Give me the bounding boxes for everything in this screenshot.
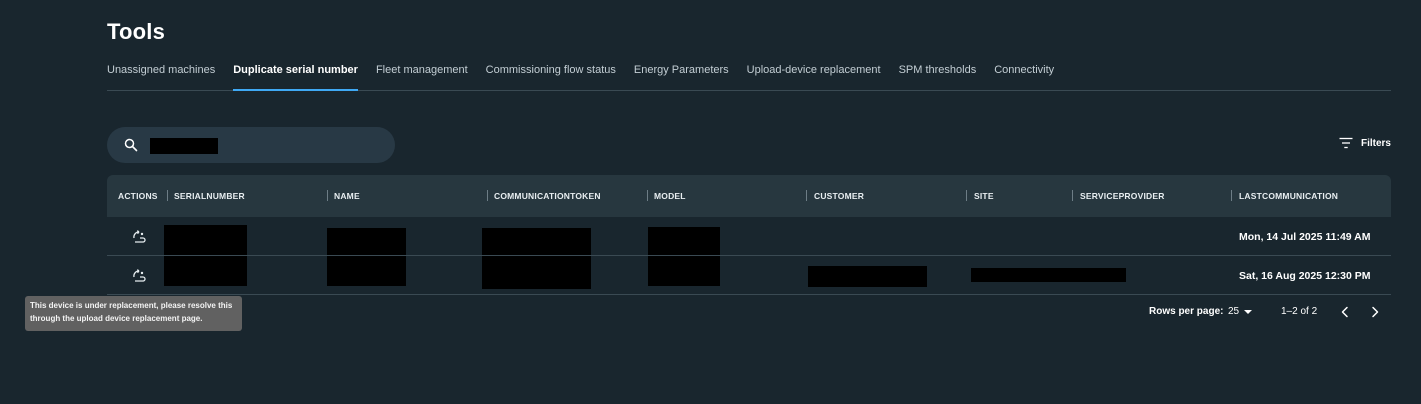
table-row[interactable]: Sat, 16 Aug 2025 12:30 PM bbox=[107, 256, 1391, 295]
redacted-model bbox=[648, 256, 720, 286]
device-replacement-icon[interactable] bbox=[131, 229, 147, 245]
tab-commissioning-flow-status[interactable]: Commissioning flow status bbox=[486, 58, 616, 90]
column-header-lastcommunication[interactable]: LASTCOMMUNICATION bbox=[1239, 175, 1338, 217]
column-separator[interactable] bbox=[487, 190, 488, 201]
caret-down-icon bbox=[1244, 310, 1253, 314]
redacted-model bbox=[648, 227, 720, 255]
filters-label: Filters bbox=[1360, 137, 1391, 149]
lastcommunication-cell: Sat, 16 Aug 2025 12:30 PM bbox=[1239, 270, 1371, 282]
tab-energy-parameters[interactable]: Energy Parameters bbox=[634, 58, 729, 90]
redacted-communicationtoken bbox=[482, 256, 591, 289]
filter-lines-icon bbox=[1339, 137, 1353, 149]
redacted-serialnumber bbox=[164, 225, 247, 255]
search-icon bbox=[124, 138, 138, 152]
rows-per-page-value: 25 bbox=[1228, 306, 1240, 317]
rows-per-page-select[interactable]: 25 bbox=[1228, 306, 1253, 317]
table-header: ACTIONS SERIALNUMBER NAME COMMUNICATIONT… bbox=[107, 175, 1391, 217]
column-separator[interactable] bbox=[327, 190, 328, 201]
search-bar[interactable] bbox=[107, 127, 395, 163]
column-header-communicationtoken[interactable]: COMMUNICATIONTOKEN bbox=[494, 175, 601, 217]
search-input[interactable] bbox=[150, 138, 218, 154]
tab-bar: Unassigned machines Duplicate serial num… bbox=[107, 58, 1391, 91]
tab-duplicate-serial-number[interactable]: Duplicate serial number bbox=[233, 58, 358, 91]
pagination-range: 1–2 of 2 bbox=[1281, 306, 1318, 317]
redacted-name bbox=[327, 228, 406, 255]
column-separator[interactable] bbox=[167, 190, 168, 201]
column-separator[interactable] bbox=[1072, 190, 1073, 201]
page-title: Tools bbox=[107, 19, 166, 44]
column-header-name[interactable]: NAME bbox=[334, 175, 360, 217]
column-separator[interactable] bbox=[1231, 190, 1232, 201]
column-separator[interactable] bbox=[966, 190, 967, 201]
rows-per-page-label: Rows per page: bbox=[1149, 306, 1224, 317]
tab-unassigned-machines[interactable]: Unassigned machines bbox=[107, 58, 215, 90]
column-header-customer[interactable]: CUSTOMER bbox=[814, 175, 864, 217]
chevron-left-icon[interactable] bbox=[1338, 305, 1352, 319]
column-header-site[interactable]: SITE bbox=[974, 175, 994, 217]
column-header-actions: ACTIONS bbox=[118, 191, 158, 201]
redacted-serialnumber bbox=[164, 256, 247, 286]
column-header-model[interactable]: MODEL bbox=[654, 175, 686, 217]
lastcommunication-cell: Mon, 14 Jul 2025 11:49 AM bbox=[1239, 231, 1371, 243]
tab-fleet-management[interactable]: Fleet management bbox=[376, 58, 468, 90]
redacted-name bbox=[327, 256, 406, 286]
redacted-communicationtoken bbox=[482, 228, 591, 255]
tab-upload-device-replacement[interactable]: Upload-device replacement bbox=[747, 58, 881, 90]
tab-connectivity[interactable]: Connectivity bbox=[994, 58, 1054, 90]
tab-spm-thresholds[interactable]: SPM thresholds bbox=[899, 58, 977, 90]
chevron-right-icon[interactable] bbox=[1368, 305, 1382, 319]
device-replacement-icon[interactable] bbox=[131, 268, 147, 284]
redacted-customer bbox=[808, 266, 927, 287]
redacted-site bbox=[971, 268, 1126, 282]
filters-button[interactable]: Filters bbox=[1339, 137, 1391, 149]
duplicate-serial-table: ACTIONS SERIALNUMBER NAME COMMUNICATIONT… bbox=[107, 175, 1391, 295]
column-separator[interactable] bbox=[647, 190, 648, 201]
table-row[interactable]: Mon, 14 Jul 2025 11:49 AM bbox=[107, 217, 1391, 256]
column-separator[interactable] bbox=[806, 190, 807, 201]
replacement-tooltip: This device is under replacement, please… bbox=[25, 296, 242, 331]
column-header-serviceprovider[interactable]: SERVICEPROVIDER bbox=[1080, 175, 1165, 217]
tools-page: Tools Unassigned machines Duplicate seri… bbox=[0, 0, 1421, 404]
column-header-serialnumber[interactable]: SERIALNUMBER bbox=[174, 175, 245, 217]
